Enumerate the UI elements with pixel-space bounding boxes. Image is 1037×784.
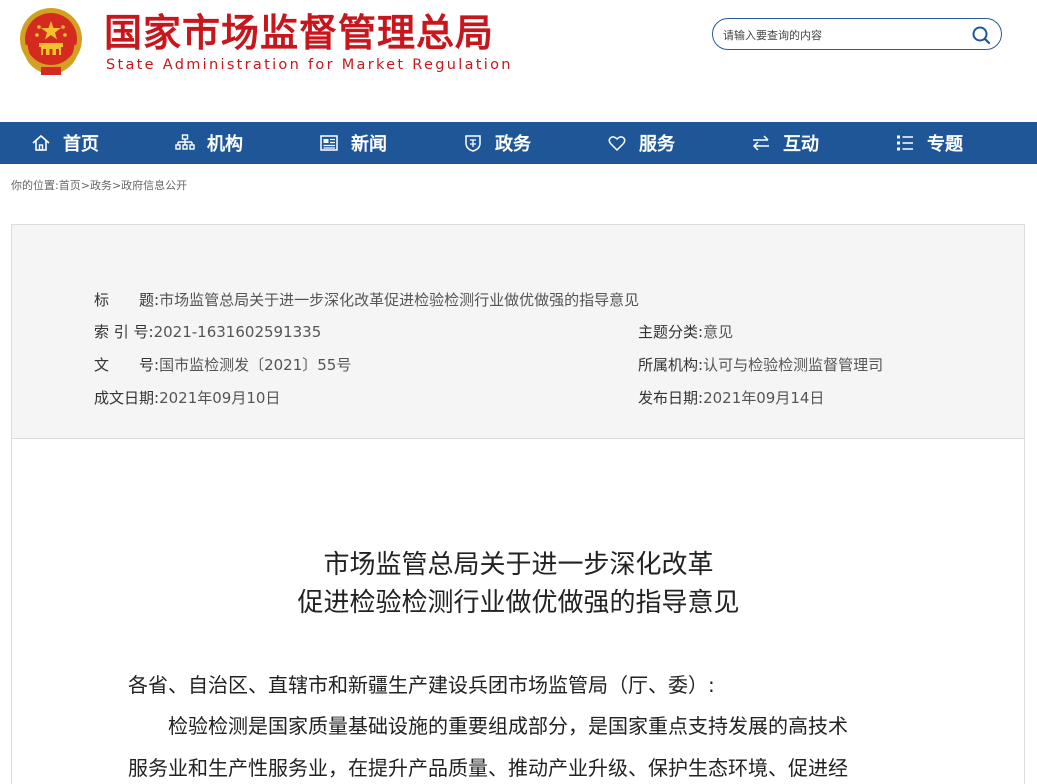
meta-docno-value: 国市监检测发〔2021〕55号 <box>159 356 352 374</box>
nav-item-org[interactable]: 机构 <box>175 122 243 164</box>
meta-created-row: 成文日期:2021年09月10日 <box>94 388 280 408</box>
document-title-line-2: 促进检验检测行业做优做强的指导意见 <box>297 588 740 618</box>
meta-published-row: 发布日期:2021年09月14日 <box>638 388 824 408</box>
search-input[interactable] <box>723 25 963 45</box>
breadcrumb: 你的位置:首页>政务>政府信息公开 <box>11 177 187 193</box>
breadcrumb-link-affairs[interactable]: 政务 <box>90 179 112 192</box>
nav-label: 服务 <box>639 134 675 155</box>
meta-index-row: 索 引 号:2021-1631602591335 <box>94 322 321 342</box>
nav-item-affairs[interactable]: 政务 <box>463 122 531 164</box>
meta-created-value: 2021年09月10日 <box>159 389 281 407</box>
site-name-en[interactable]: State Administration for Market Regulati… <box>106 56 513 74</box>
nav-label: 首页 <box>63 134 99 155</box>
document-salutation: 各省、自治区、直辖市和新疆生产建设兵团市场监管局（厅、委）: <box>128 673 715 697</box>
home-icon <box>32 134 50 151</box>
breadcrumb-link-disclosure[interactable]: 政府信息公开 <box>121 179 187 192</box>
breadcrumb-separator: > <box>80 179 90 192</box>
breadcrumb-prefix: 你的位置: <box>11 179 59 192</box>
meta-index-label: 索 引 号: <box>94 323 154 341</box>
meta-org-row: 所属机构:认可与检验检测监督管理司 <box>638 355 883 375</box>
meta-docno-label: 文 号: <box>94 356 160 374</box>
news-icon <box>320 135 338 151</box>
document-paragraph-line: 服务业和生产性服务业，在提升产品质量、推动产业升级、保护生态环境、促进经 <box>128 756 848 780</box>
meta-title-row: 标 题:市场监管总局关于进一步深化改革促进检验检测行业做优做强的指导意见 <box>94 290 639 310</box>
meta-category-value: 意见 <box>703 323 734 341</box>
topic-grid-icon <box>897 135 913 151</box>
nav-label: 专题 <box>927 134 963 155</box>
org-chart-icon <box>175 134 195 150</box>
nav-label: 互动 <box>783 134 819 155</box>
heart-icon <box>608 136 626 152</box>
meta-org-value: 认可与检验检测监督管理司 <box>703 356 884 374</box>
main-nav: 首页 机构 新闻 政务 服务 互动 专题 <box>0 122 1037 164</box>
meta-published-value: 2021年09月14日 <box>703 389 825 407</box>
meta-index-value: 2021-1631602591335 <box>153 323 322 341</box>
exchange-icon <box>752 135 769 151</box>
meta-created-label: 成文日期: <box>94 389 160 407</box>
nav-label: 机构 <box>207 134 243 155</box>
meta-category-label: 主题分类: <box>638 323 704 341</box>
meta-category-row: 主题分类:意见 <box>638 322 733 342</box>
meta-title-value: 市场监管总局关于进一步深化改革促进检验检测行业做优做强的指导意见 <box>159 291 640 309</box>
document-paragraph-line: 检验检测是国家质量基础设施的重要组成部分，是国家重点支持发展的高技术 <box>128 714 848 738</box>
nav-label: 新闻 <box>351 134 387 155</box>
nav-label: 政务 <box>495 134 531 155</box>
nav-item-service[interactable]: 服务 <box>607 122 675 164</box>
nav-item-news[interactable]: 新闻 <box>319 122 387 164</box>
national-emblem-icon[interactable] <box>15 5 87 77</box>
site-header: 国家市场监督管理总局 State Administration for Mark… <box>0 0 1037 122</box>
site-name-cn[interactable]: 国家市场监督管理总局 <box>104 10 494 56</box>
nav-item-home[interactable]: 首页 <box>31 122 99 164</box>
search-icon[interactable] <box>971 25 991 45</box>
meta-docno-row: 文 号:国市监检测发〔2021〕55号 <box>94 355 351 375</box>
shield-icon <box>465 135 481 152</box>
meta-org-label: 所属机构: <box>638 356 704 374</box>
meta-title-label: 标 题: <box>94 291 160 309</box>
meta-published-label: 发布日期: <box>638 389 704 407</box>
nav-item-interaction[interactable]: 互动 <box>751 122 819 164</box>
search-box <box>712 18 1002 50</box>
nav-item-topics[interactable]: 专题 <box>895 122 963 164</box>
breadcrumb-link-home[interactable]: 首页 <box>59 179 81 192</box>
breadcrumb-separator: > <box>111 179 122 192</box>
document-title-line-1: 市场监管总局关于进一步深化改革 <box>323 550 714 580</box>
document-metadata: 标 题:市场监管总局关于进一步深化改革促进检验检测行业做优做强的指导意见 索 引… <box>11 224 1025 439</box>
